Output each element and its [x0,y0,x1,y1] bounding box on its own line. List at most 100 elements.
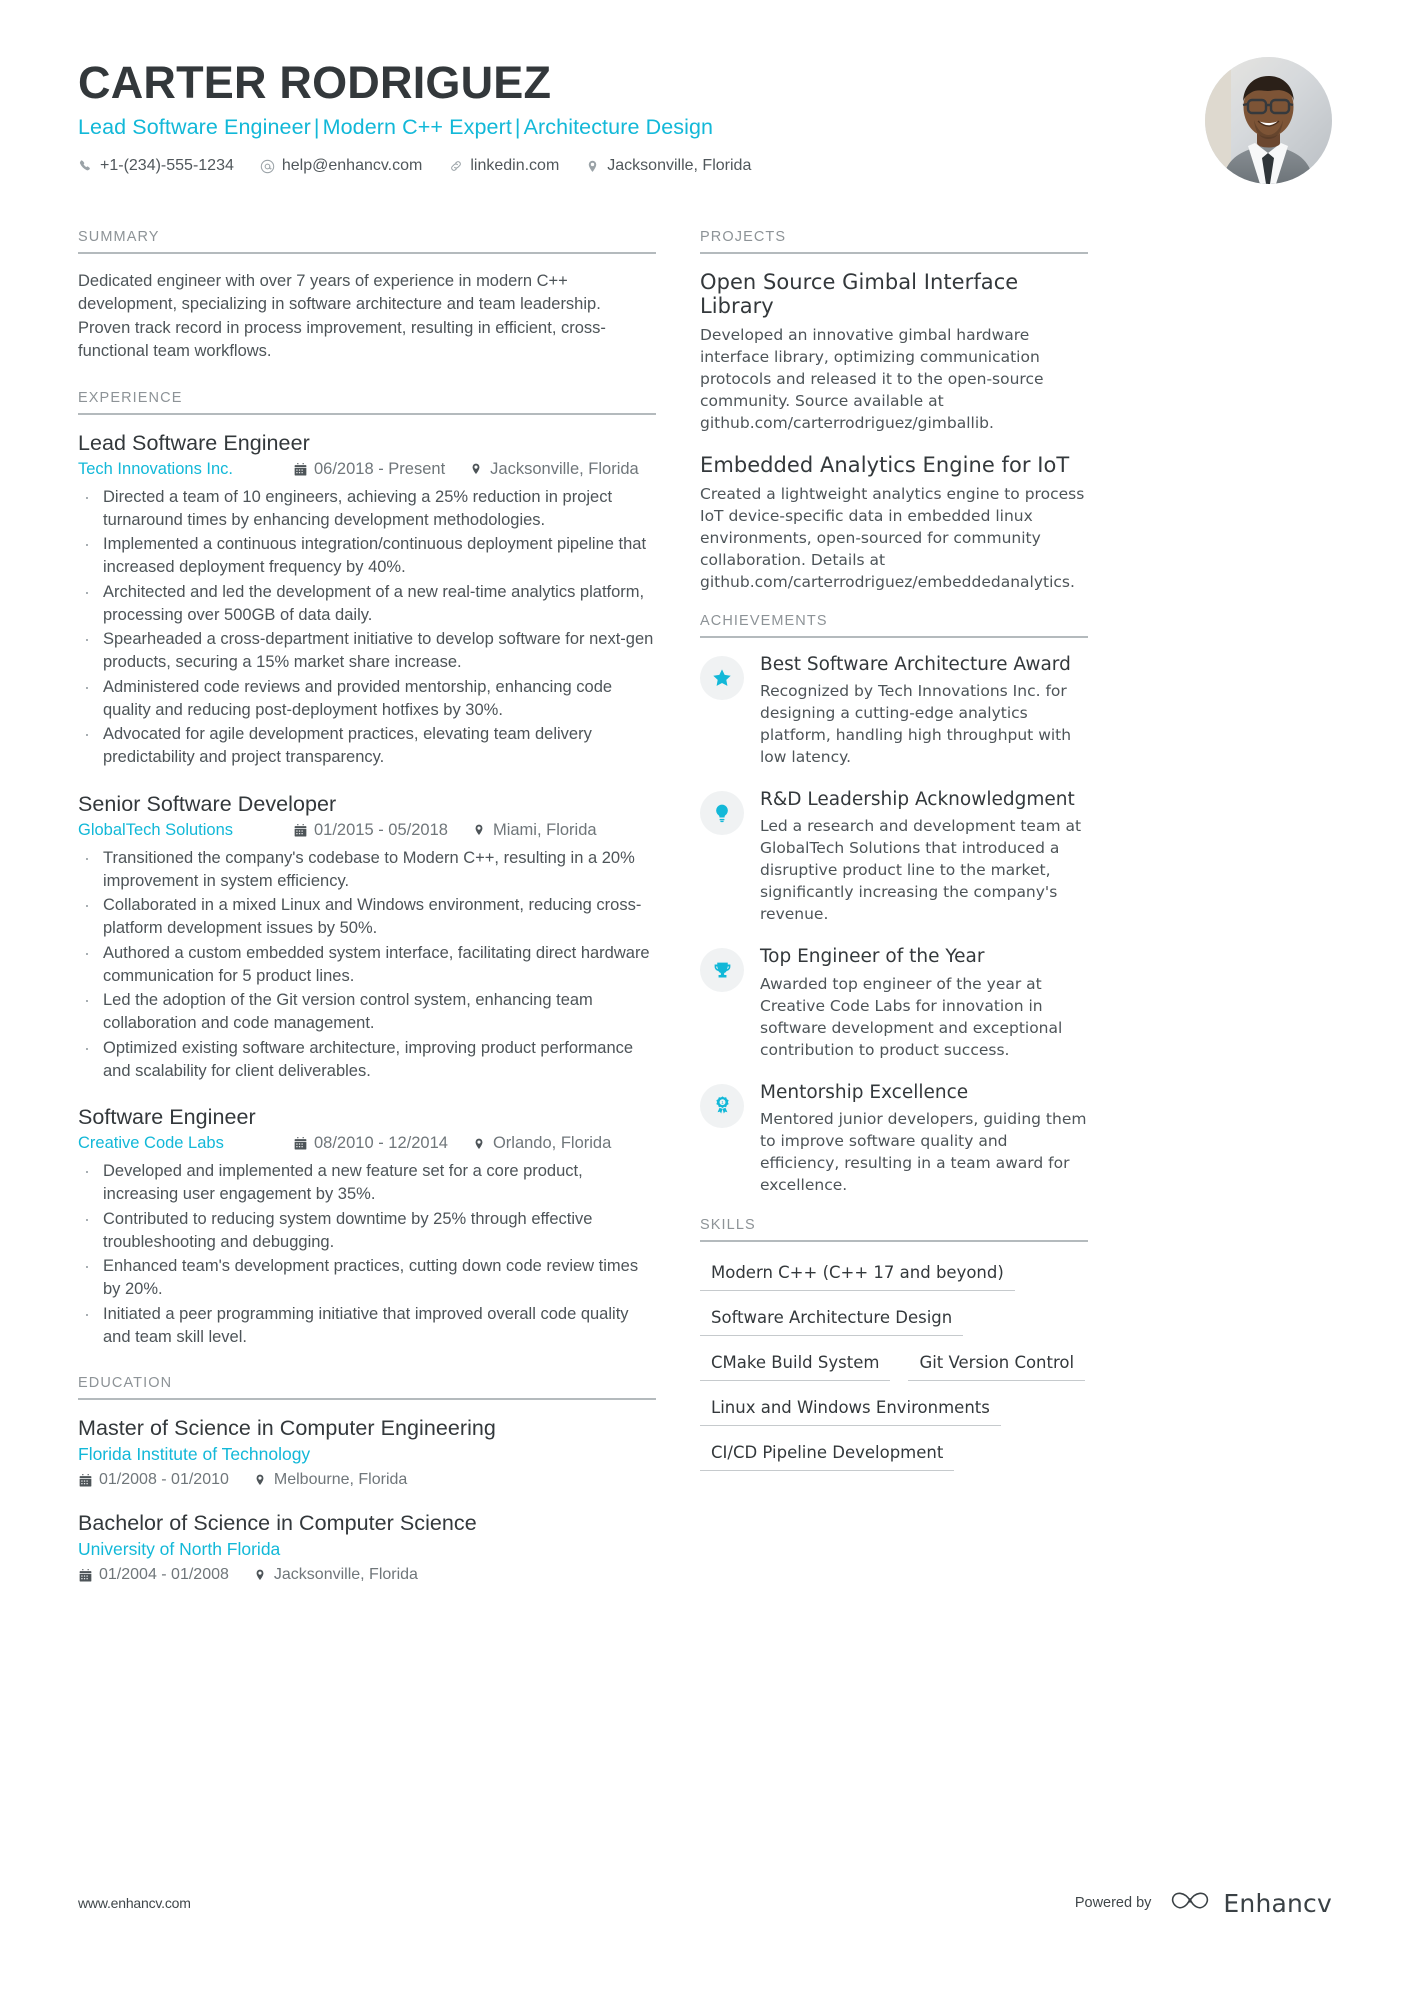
section-projects: PROJECTS Open Source Gimbal Interface Li… [700,229,1088,593]
experience-dates: 08/2010 - 12/2014 [293,1134,448,1153]
resume-columns: SUMMARY Dedicated engineer with over 7 y… [78,229,1332,1590]
award-ribbon-icon: 1 [712,1095,733,1116]
section-divider [700,636,1088,638]
education-dates: 01/2008 - 01/2010 [78,1471,229,1489]
contact-phone-text: +1-(234)-555-1234 [100,157,234,175]
education-dates: 01/2004 - 01/2008 [78,1566,229,1584]
list-item: Initiated a peer programming initiative … [78,1302,656,1350]
location-pin-icon [472,1136,486,1151]
education-school[interactable]: University of North Florida [78,1539,656,1560]
section-title-projects: PROJECTS [700,229,787,245]
avatar [1205,57,1332,184]
contact-link-text: linkedin.com [470,157,560,175]
experience-dates-text: 06/2018 - Present [314,459,446,478]
powered-by-label: Powered by [1074,1895,1152,1911]
headline-separator-2: | [514,115,521,140]
project-description: Developed an innovative gimbal hardware … [700,326,1044,432]
experience-entry: Lead Software Engineer Tech Innovations … [78,431,656,770]
achievement-entry: Top Engineer of the Year Awarded top eng… [700,946,1088,1060]
location-pin-icon [585,158,600,174]
section-title-skills: SKILLS [700,1216,756,1233]
project-title: Open Source Gimbal Interface Library [700,270,1019,318]
contact-phone[interactable]: +1-(234)-555-1234 [78,157,234,175]
experience-meta: GlobalTech Solutions 01/2015 - 05/2018 M… [78,821,656,840]
section-title-experience: EXPERIENCE [78,389,183,406]
calendar-icon [293,823,307,838]
achievement-entry: R&D Leadership Acknowledgment Led a rese… [700,789,1088,925]
achievement-badge [700,948,744,993]
list-item: Collaborated in a mixed Linux and Window… [78,893,656,941]
list-item: Contributed to reducing system downtime … [78,1207,656,1255]
education-school[interactable]: Florida Institute of Technology [78,1444,656,1465]
experience-company[interactable]: GlobalTech Solutions [78,821,293,840]
education-dates-text: 01/2004 - 01/2008 [99,1566,229,1584]
footer-website-link[interactable]: www.enhancv.com [78,1895,191,1911]
achievement-title: R&D Leadership Acknowledgment [760,789,1075,811]
section-title-education: EDUCATION [78,1375,173,1392]
achievement-badge: 1 [700,1083,744,1128]
footer-branding: Powered by Enhancv [1075,1888,1332,1918]
achievement-description: Awarded top engineer of the year at Crea… [760,974,1063,1059]
project-entry: Embedded Analytics Engine for IoT Create… [700,453,1088,593]
achievement-title: Best Software Architecture Award [760,654,1071,675]
list-item: Authored a custom embedded system interf… [78,941,656,989]
lightbulb-icon [712,803,732,823]
project-entry: Open Source Gimbal Interface Library Dev… [700,270,1088,434]
contact-link[interactable]: linkedin.com [448,157,559,175]
list-item: Optimized existing software architecture… [78,1036,656,1084]
education-location-text: Melbourne, Florida [273,1471,408,1489]
education-degree: Master of Science in Computer Engineerin… [78,1416,496,1441]
contact-row: +1-(234)-555-1234 help@enhancv.com linke… [78,157,751,175]
calendar-icon [78,1473,92,1488]
achievement-body: Mentorship Excellence Mentored junior de… [760,1082,1088,1196]
right-column: PROJECTS Open Source Gimbal Interface Li… [700,229,1088,1590]
resume-header: CARTER RODRIGUEZ Lead Software Engineer |… [78,55,1332,215]
experience-location-text: Orlando, Florida [492,1134,612,1153]
education-meta: 01/2004 - 01/2008 Jacksonville, Florida [78,1566,656,1584]
page-title: CARTER RODRIGUEZ [78,57,552,108]
section-title-achievements: ACHIEVEMENTS [700,613,828,629]
experience-location: Jacksonville, Florida [469,460,639,479]
achievement-description: Led a research and development team at G… [760,817,1082,924]
location-pin-icon [472,823,486,838]
section-experience: EXPERIENCE Lead Software Engineer Tech I… [78,390,656,1350]
experience-meta: Creative Code Labs 08/2010 - 12/2014 Orl… [78,1134,656,1153]
enhancv-logo: Enhancv [1167,1888,1332,1918]
education-entry: Master of Science in Computer Engineerin… [78,1416,656,1489]
contact-location: Jacksonville, Florida [585,157,751,175]
experience-entry: Software Engineer Creative Code Labs 08/… [78,1105,656,1349]
contact-email[interactable]: help@enhancv.com [260,157,422,175]
summary-text: Dedicated engineer with over 7 years of … [78,272,606,361]
trophy-icon [712,960,733,981]
education-entry: Bachelor of Science in Computer Science … [78,1511,656,1584]
section-divider [78,412,656,415]
professional-headline: Lead Software Engineer | Modern C++ Expert… [78,115,751,140]
achievement-entry: Best Software Architecture Award Recogni… [700,654,1088,768]
experience-bullets: Developed and implemented a new feature … [78,1159,656,1350]
experience-dates: 06/2018 - Present [293,460,445,479]
experience-bullets: Directed a team of 10 engineers, achievi… [78,485,656,770]
experience-company[interactable]: Creative Code Labs [78,1134,293,1153]
achievement-body: Best Software Architecture Award Recogni… [760,654,1088,768]
achievement-title: Top Engineer of the Year [760,946,985,968]
experience-bullets: Transitioned the company's codebase to M… [78,846,656,1084]
education-location-text: Jacksonville, Florida [273,1566,418,1584]
skill-chip: Modern C++ (C++ 17 and beyond) [700,1258,1015,1291]
skill-chip: Software Architecture Design [700,1303,964,1336]
page-footer: www.enhancv.com Powered by Enhancv [78,1888,1332,1918]
achievement-entry: 1 Mentorship Excellence Mentored junior … [700,1082,1088,1196]
resume-page: CARTER RODRIGUEZ Lead Software Engineer |… [0,0,1410,1995]
section-divider [700,252,1088,254]
experience-job-title: Software Engineer [78,1105,256,1130]
experience-company[interactable]: Tech Innovations Inc. [78,460,293,479]
list-item: Transitioned the company's codebase to M… [78,846,656,894]
education-location: Melbourne, Florida [253,1471,407,1489]
section-divider [700,1239,1088,1242]
brand-name: Enhancv [1223,1888,1332,1918]
link-icon [448,158,463,174]
header-identity: CARTER RODRIGUEZ Lead Software Engineer |… [78,55,751,175]
list-item: Advocated for agile development practice… [78,722,656,770]
skills-list: Modern C++ (C++ 17 and beyond) Software … [700,1258,1088,1483]
achievement-body: R&D Leadership Acknowledgment Led a rese… [760,789,1088,925]
section-title-summary: SUMMARY [78,229,160,245]
